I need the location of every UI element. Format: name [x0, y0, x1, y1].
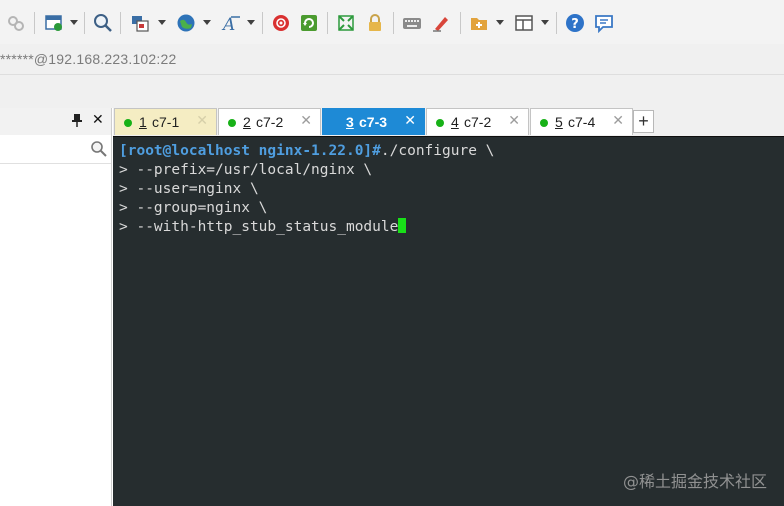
tab-label: c7-2	[256, 114, 284, 130]
shell-command: ./configure \	[380, 143, 495, 159]
transfer-icon[interactable]	[299, 13, 319, 33]
terminal-cursor	[398, 218, 407, 233]
link-icon[interactable]	[6, 13, 26, 33]
layout-icon[interactable]	[130, 13, 150, 33]
help-icon[interactable]: ?	[565, 13, 585, 33]
tab-c7-2-b[interactable]: 4 c7-2 ✕	[426, 108, 529, 135]
session-search[interactable]	[0, 135, 111, 164]
session-address: ******@192.168.223.102:22	[0, 51, 177, 67]
tab-label: c7-3	[359, 114, 388, 130]
search-icon[interactable]	[93, 13, 113, 33]
chat-icon[interactable]	[594, 13, 614, 33]
status-dot	[228, 119, 236, 127]
new-window-icon[interactable]	[44, 13, 64, 33]
tab-label: c7-2	[464, 114, 492, 130]
chevron-down-icon[interactable]	[496, 20, 504, 25]
chevron-down-icon[interactable]	[247, 20, 255, 25]
close-icon[interactable]: ✕	[92, 112, 104, 128]
toolbar-gap	[0, 75, 784, 108]
tab-c7-4[interactable]: 5 c7-4 ✕	[530, 108, 633, 135]
watermark: @稀土掘金技术社区	[622, 472, 767, 491]
search-icon[interactable]	[90, 140, 108, 163]
terminal-line-text: > --with-http_stub_status_module	[119, 219, 399, 235]
status-dot	[540, 119, 548, 127]
tab-number: 4	[451, 114, 459, 130]
close-icon[interactable]: ✕	[300, 112, 312, 129]
terminal-line: > --group=nginx \	[119, 200, 268, 216]
close-icon[interactable]: ✕	[196, 112, 208, 129]
new-folder-icon[interactable]	[469, 13, 489, 33]
chevron-down-icon[interactable]	[70, 20, 78, 25]
status-dot	[436, 119, 444, 127]
highlight-icon[interactable]	[431, 13, 451, 33]
chevron-down-icon[interactable]	[541, 20, 549, 25]
tab-number: 3	[346, 114, 354, 130]
keyboard-icon[interactable]	[402, 13, 422, 33]
svg-text:?: ?	[571, 17, 579, 32]
tab-number: 5	[555, 114, 563, 130]
fullscreen-icon[interactable]	[336, 13, 356, 33]
terminal-line: [root@localhost nginx-1.22.0]#./configur…	[119, 142, 494, 161]
terminal-line: > --prefix=/usr/local/nginx \	[119, 162, 373, 178]
session-tabs: 1 c7-1 ✕ 2 c7-2 ✕ 3 c7-3 ✕ 4 c7-2 ✕ 5 c7…	[113, 108, 784, 136]
tab-label: c7-1	[152, 114, 180, 130]
tab-c7-3[interactable]: 3 c7-3 ✕	[322, 108, 425, 135]
terminal-line-last: > --with-http_stub_status_module	[119, 218, 407, 237]
close-icon[interactable]: ✕	[508, 112, 520, 129]
tab-c7-1[interactable]: 1 c7-1 ✕	[114, 108, 217, 135]
record-icon[interactable]	[271, 13, 291, 33]
panel-header: ✕	[0, 108, 111, 136]
shell-prompt: [root@localhost nginx-1.22.0]#	[119, 143, 381, 159]
session-panel: ✕	[0, 108, 112, 506]
terminal[interactable]: [root@localhost nginx-1.22.0]#./configur…	[113, 136, 784, 506]
close-icon[interactable]: ✕	[404, 112, 416, 129]
tab-label: c7-4	[568, 114, 596, 130]
chevron-down-icon[interactable]	[203, 20, 211, 25]
globe-icon[interactable]	[176, 13, 196, 33]
close-icon[interactable]: ✕	[612, 112, 624, 129]
address-bar[interactable]: ******@192.168.223.102:22	[0, 44, 784, 75]
font-icon[interactable]: A	[221, 13, 241, 33]
tab-number: 1	[139, 114, 147, 130]
window-layout-icon[interactable]	[514, 13, 534, 33]
toolbar: A ?	[0, 0, 784, 45]
tab-number: 2	[243, 114, 251, 130]
pin-icon[interactable]	[71, 113, 83, 130]
status-dot	[124, 119, 132, 127]
add-tab-button[interactable]: +	[633, 110, 654, 133]
chevron-down-icon[interactable]	[158, 20, 166, 25]
lock-icon[interactable]	[365, 13, 385, 33]
tab-c7-2[interactable]: 2 c7-2 ✕	[218, 108, 321, 135]
terminal-line: > --user=nginx \	[119, 181, 259, 197]
